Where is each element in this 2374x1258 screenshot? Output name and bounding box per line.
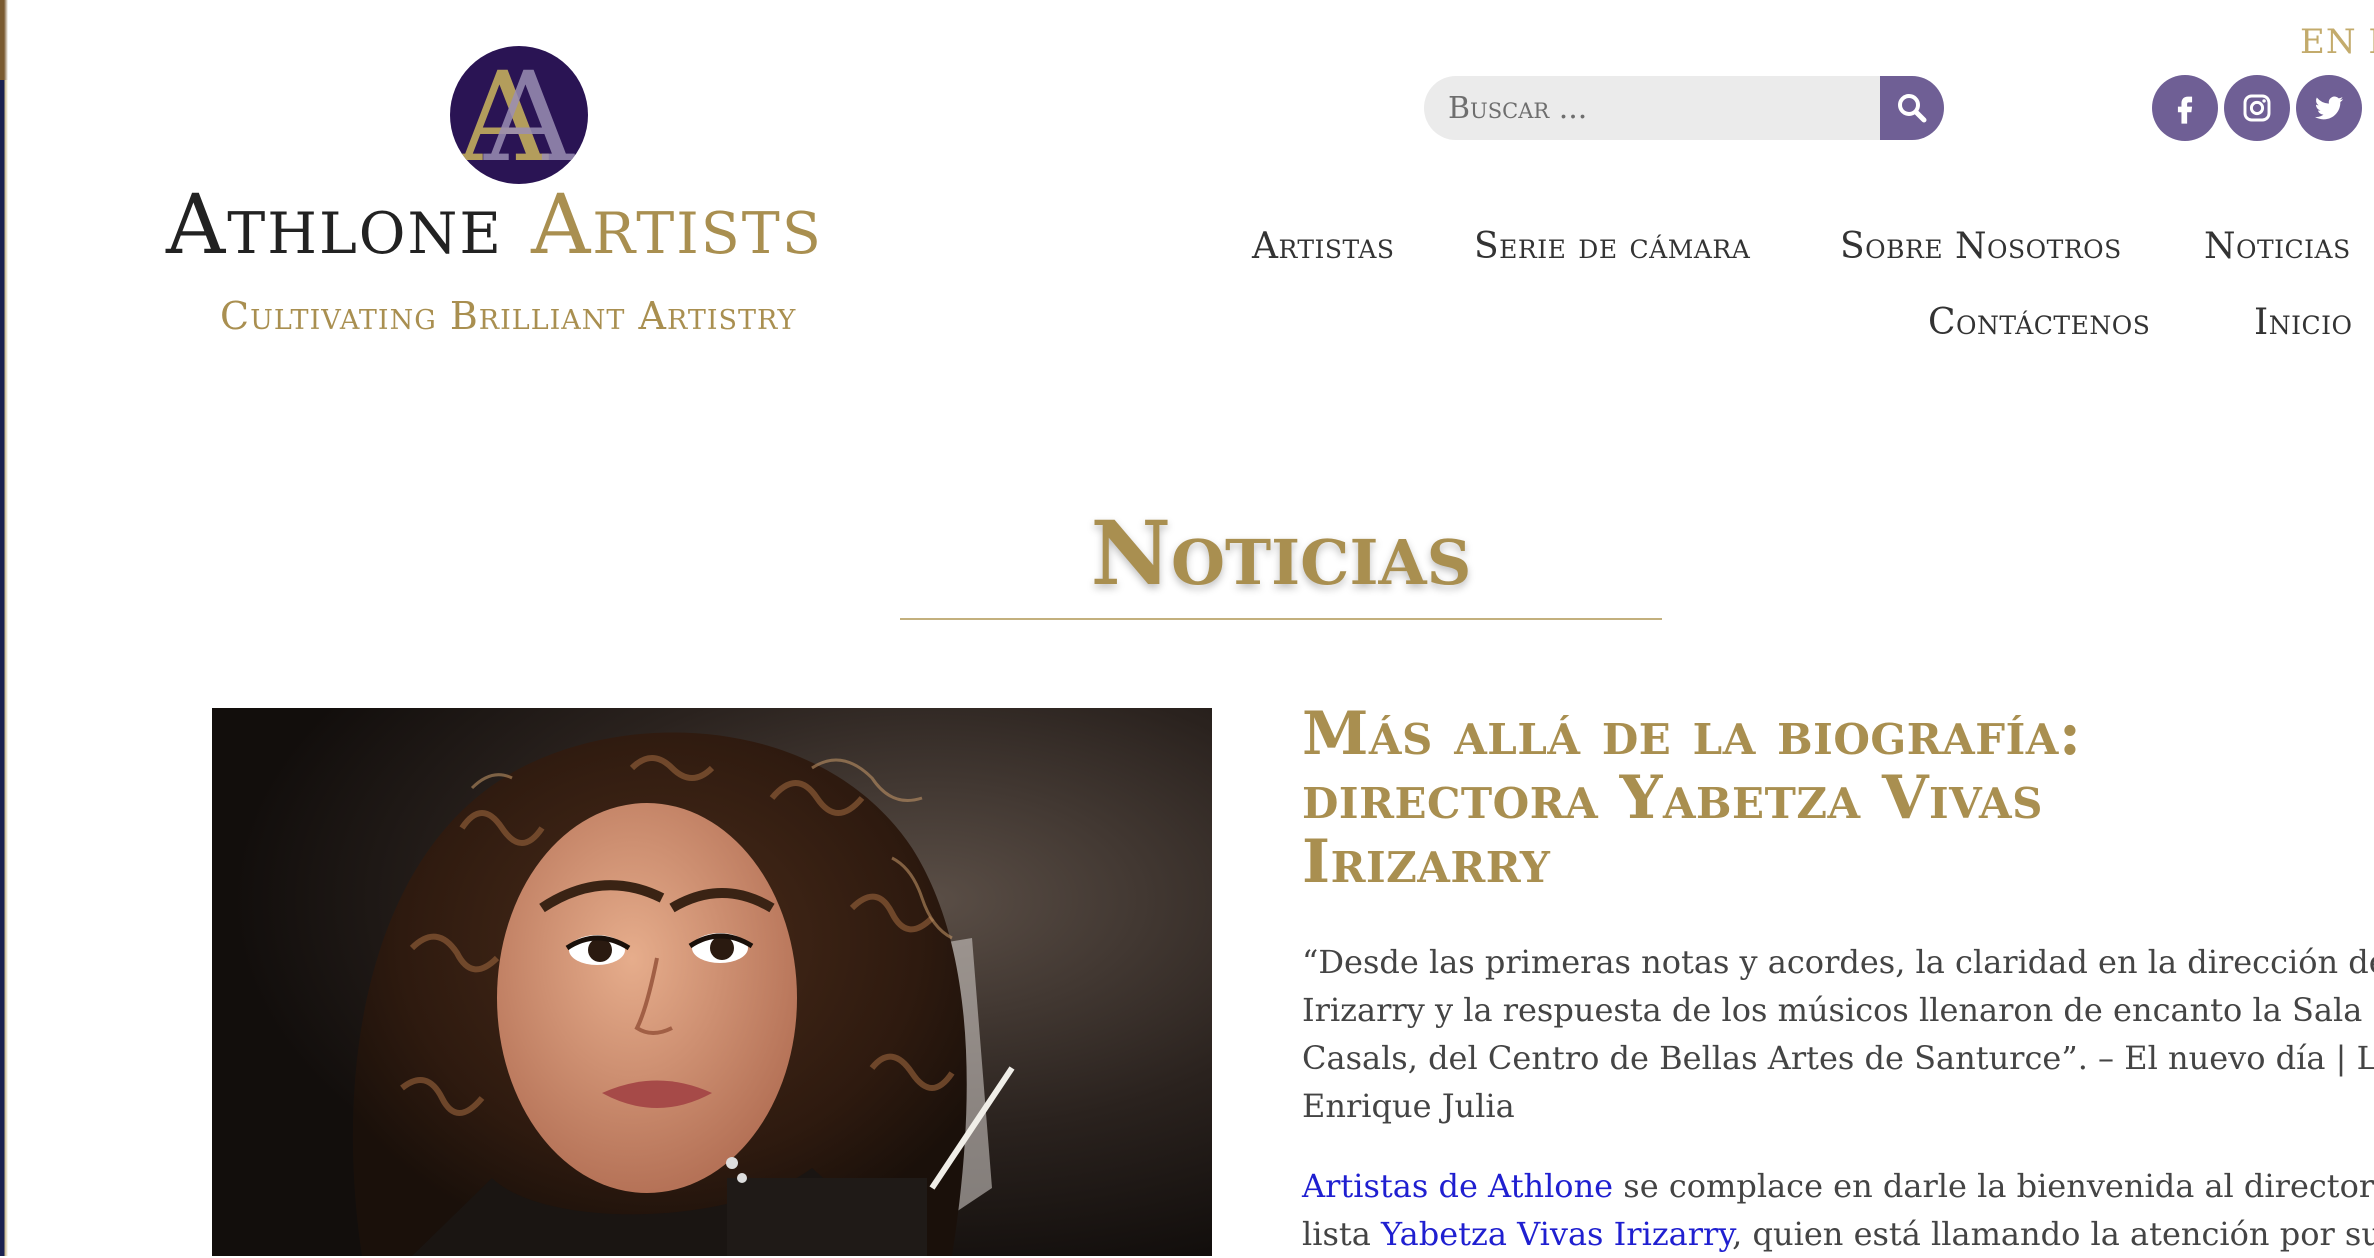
logo-mark[interactable]: A A <box>450 46 588 184</box>
quote-line: Casals, del Centro de Bellas Artes de Sa… <box>1302 1039 2374 1077</box>
facebook-icon <box>2177 96 2193 124</box>
search-input[interactable] <box>1424 76 1880 140</box>
brand-name-second: Artists <box>531 178 823 273</box>
language-switcher[interactable]: EN F <box>2300 20 2374 64</box>
article-title-line-3: Irizarry <box>1302 827 1551 897</box>
nav-serie-de-camara[interactable]: Serie de cámara <box>1474 224 1750 270</box>
article-title-line-2: directora Yabetza Vivas <box>1302 763 2043 833</box>
nav-contactenos[interactable]: Contáctenos <box>1928 300 2150 346</box>
quote-line: Enrique Julia <box>1302 1087 1515 1125</box>
twitter-icon <box>2314 96 2344 120</box>
article-photo[interactable] <box>212 708 1212 1256</box>
nav-sobre-nosotros[interactable]: Sobre Nosotros <box>1840 224 2122 270</box>
article-title-line-1: Más allá de la biografía: <box>1302 699 2082 769</box>
page-title: Noticias <box>1090 501 1472 605</box>
quote-line: “Desde las primeras notas y acordes, la … <box>1302 943 2374 981</box>
twitter-button[interactable] <box>2296 75 2362 141</box>
instagram-button[interactable] <box>2224 75 2290 141</box>
link-yabetza-vivas-irizarry[interactable]: Yabetza Vivas Irizarry <box>1381 1215 1732 1253</box>
facebook-button[interactable] <box>2152 75 2218 141</box>
nav-artistas[interactable]: Artistas <box>1252 224 1395 270</box>
conductor-portrait <box>212 708 1212 1256</box>
body-text-line-2: , quien está llamando la atención por su <box>1732 1215 2374 1253</box>
brand-tagline: Cultivating Brilliant Artistry <box>220 294 797 338</box>
article-title[interactable]: Más allá de la biografía: directora Yabe… <box>1302 702 2342 894</box>
brand-name[interactable]: Athlone Artists <box>166 178 823 274</box>
instagram-icon <box>2243 94 2271 122</box>
brand-name-first: Athlone <box>166 178 504 273</box>
title-divider <box>900 618 1662 620</box>
link-artistas-de-athlone[interactable]: Artistas de Athlone <box>1302 1167 1613 1205</box>
search-icon <box>1898 94 1927 123</box>
search-button[interactable] <box>1880 76 1944 140</box>
quote-line: Irizarry y la respuesta de los músicos l… <box>1302 991 2374 1029</box>
body-text-prefix: lista <box>1302 1215 1381 1253</box>
window-edge <box>0 0 8 1256</box>
article-quote: “Desde las primeras notas y acordes, la … <box>1302 938 2374 1130</box>
body-text-line-1: se complace en darle la bienvenida al di… <box>1623 1167 2374 1205</box>
search-bar <box>1424 76 1944 140</box>
article-body: Artistas de Athlone se complace en darle… <box>1302 1162 2374 1258</box>
nav-inicio[interactable]: Inicio <box>2254 300 2352 346</box>
nav-noticias[interactable]: Noticias <box>2204 224 2351 270</box>
logo-letter-a-lavender: A <box>484 46 574 184</box>
